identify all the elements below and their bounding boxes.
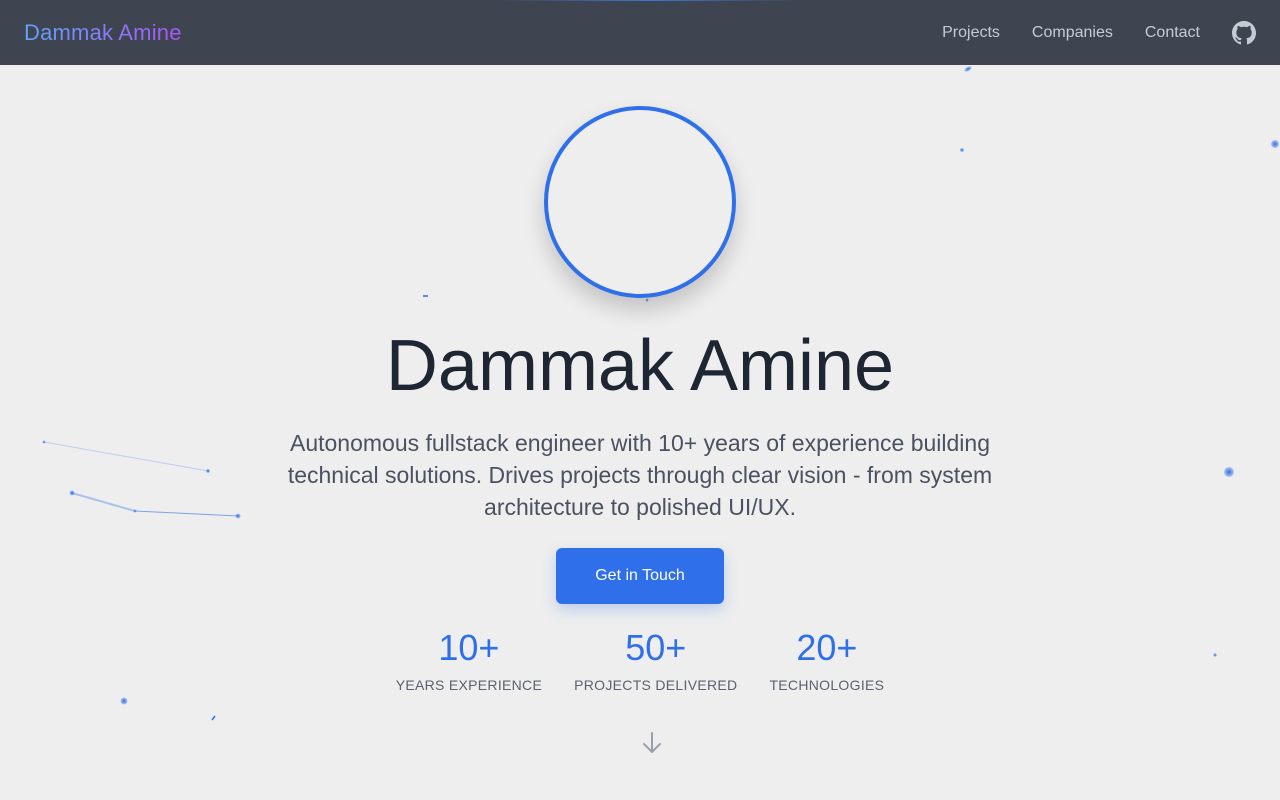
stat-value: 10+	[438, 627, 500, 668]
arrow-down-icon[interactable]	[641, 730, 663, 756]
hero-description: Autonomous fullstack engineer with 10+ y…	[287, 430, 993, 520]
nav-links: Projects Companies Contact	[910, 20, 1256, 45]
top-navbar: Dammak Amine Projects Companies Contact	[0, 0, 1280, 65]
github-icon	[1232, 20, 1256, 44]
hero-title: Dammak Amine	[385, 326, 895, 406]
get-in-touch-button[interactable]: Get in Touch	[556, 548, 724, 604]
brand-logo-link[interactable]: Dammak Amine	[24, 20, 182, 46]
stat-technologies: 20+ TECHNOLOGIES	[769, 625, 884, 695]
stat-label: YEARS EXPERIENCE	[395, 677, 543, 693]
nav-link-companies[interactable]: Companies	[1032, 24, 1113, 42]
stat-value: 20+	[796, 627, 858, 668]
stat-projects-delivered: 50+ PROJECTS DELIVERED	[574, 625, 737, 695]
github-link[interactable]	[1200, 20, 1256, 45]
avatar	[544, 106, 736, 298]
stat-value: 50+	[625, 627, 687, 668]
nav-link-contact[interactable]: Contact	[1145, 24, 1200, 42]
stat-label: PROJECTS DELIVERED	[574, 677, 738, 693]
nav-link-projects[interactable]: Projects	[942, 24, 1000, 42]
hero-section: Dammak Amine Autonomous fullstack engine…	[0, 65, 1280, 800]
stats-row: 10+ YEARS EXPERIENCE 50+ PROJECTS DELIVE…	[0, 625, 1280, 695]
stat-label: TECHNOLOGIES	[769, 677, 885, 693]
stat-years-experience: 10+ YEARS EXPERIENCE	[396, 625, 542, 695]
